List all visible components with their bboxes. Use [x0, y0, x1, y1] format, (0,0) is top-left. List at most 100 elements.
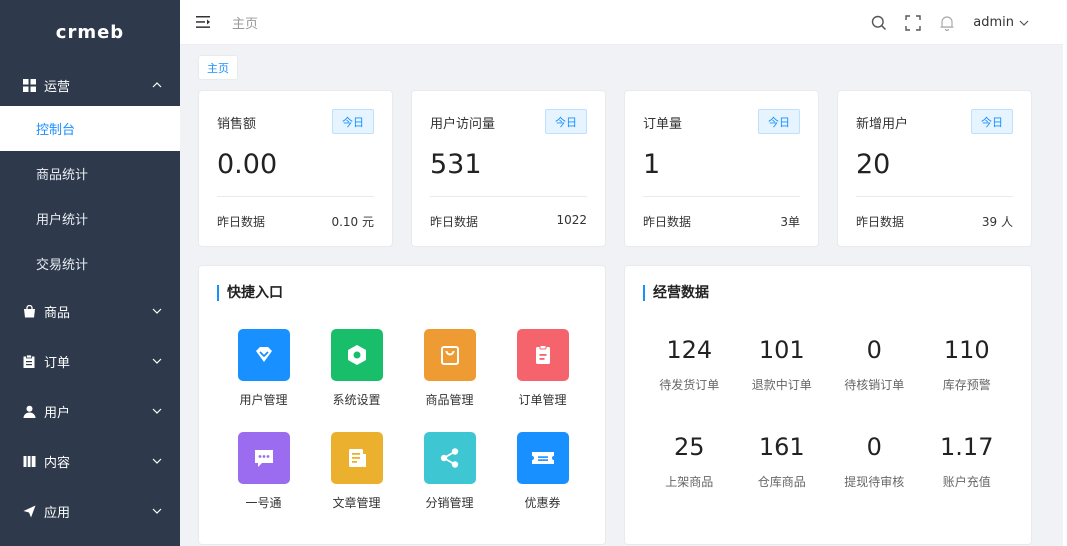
quick-item-label: 文章管理 — [332, 496, 381, 510]
metric-stock-warning[interactable]: 110 库存预警 — [921, 336, 1014, 393]
quick-item-label: 商品管理 — [425, 393, 474, 407]
stat-title: 用户访问量 — [430, 117, 496, 132]
metric-label: 退款中订单 — [751, 378, 812, 392]
menu-group-label: 用户 — [44, 405, 71, 421]
quick-item-coupons[interactable]: 优惠券 — [496, 432, 589, 511]
panel-title: 快捷入口 — [217, 285, 283, 301]
sidebar-item-product-stats[interactable]: 商品统计 — [0, 151, 180, 196]
stat-title: 订单量 — [643, 117, 683, 132]
fullscreen-icon[interactable] — [905, 14, 921, 31]
divider — [856, 196, 1013, 197]
metric-warehouse-products[interactable]: 161 仓库商品 — [736, 433, 829, 490]
menu-fold-icon[interactable] — [196, 15, 212, 29]
tab-home[interactable]: 主页 — [198, 55, 238, 80]
metric-value: 0 — [866, 433, 882, 461]
metric-value: 101 — [758, 336, 805, 364]
stat-card-orders: 订单量 今日 1 昨日数据 3单 — [624, 90, 819, 247]
today-badge: 今日 — [545, 109, 587, 134]
today-badge: 今日 — [758, 109, 800, 134]
quick-item-yihaotong[interactable]: 一号通 — [217, 432, 310, 511]
metric-value: 124 — [666, 336, 713, 364]
user-menu[interactable]: admin — [973, 15, 1029, 30]
username: admin — [973, 15, 1014, 30]
metric-refunding[interactable]: 101 退款中订单 — [736, 336, 829, 393]
stat-value: 1 — [643, 149, 661, 180]
top-header: 主页 admin — [180, 0, 1063, 45]
sidebar-item-trade-stats[interactable]: 交易统计 — [0, 241, 180, 286]
stat-value: 531 — [430, 149, 482, 180]
quick-item-order-management[interactable]: 订单管理 — [496, 329, 589, 408]
metric-label: 账户充值 — [942, 475, 991, 489]
metric-value: 0 — [866, 336, 882, 364]
metric-pending-verification[interactable]: 0 待核销订单 — [828, 336, 921, 393]
breadcrumb[interactable]: 主页 — [232, 13, 258, 32]
stat-foot-value: 1022 — [556, 213, 587, 227]
stat-foot-label: 昨日数据 — [217, 215, 266, 229]
metric-listed-products[interactable]: 25 上架商品 — [643, 433, 736, 490]
stat-foot-value: 3单 — [780, 215, 800, 229]
menu-group-label: 应用 — [44, 505, 71, 521]
menu-group-orders[interactable]: 订单 — [0, 336, 180, 386]
stat-foot-value: 39 人 — [981, 215, 1013, 229]
scrollbar[interactable] — [1063, 0, 1067, 546]
stat-foot-label: 昨日数据 — [856, 215, 905, 229]
diamond-icon — [237, 329, 290, 381]
menu-group-label: 订单 — [44, 355, 71, 371]
today-badge: 今日 — [971, 109, 1013, 134]
bell-icon[interactable] — [939, 15, 955, 31]
chevron-down-icon — [152, 458, 162, 464]
menu-group-label: 商品 — [44, 305, 71, 321]
stat-card-new-users: 新增用户 今日 20 昨日数据 39 人 — [837, 90, 1032, 247]
metric-account-recharge[interactable]: 1.17 账户充值 — [921, 433, 1014, 490]
menu-group-users[interactable]: 用户 — [0, 386, 180, 436]
stat-value: 0.00 — [217, 149, 278, 180]
metric-label: 库存预警 — [942, 378, 991, 392]
quick-item-label: 优惠券 — [524, 496, 561, 510]
ticket-icon — [516, 432, 569, 484]
quick-item-user-management[interactable]: 用户管理 — [217, 329, 310, 408]
metric-label: 上架商品 — [665, 475, 714, 489]
chevron-down-icon — [152, 308, 162, 314]
chevron-down-icon — [152, 408, 162, 414]
stat-title: 新增用户 — [856, 117, 909, 132]
stat-foot-label: 昨日数据 — [430, 215, 479, 229]
metric-value: 1.17 — [940, 433, 994, 461]
metric-withdraw-pending[interactable]: 0 提现待审核 — [828, 433, 921, 490]
menu-group-content[interactable]: 内容 — [0, 436, 180, 486]
logo[interactable]: crmeb — [0, 0, 180, 64]
panel-title: 经营数据 — [643, 285, 709, 301]
search-icon[interactable] — [871, 15, 887, 31]
clipboard-icon — [22, 354, 36, 368]
quick-item-distribution-management[interactable]: 分销管理 — [403, 432, 496, 511]
metric-label: 待发货订单 — [659, 378, 720, 392]
chevron-down-icon — [1019, 20, 1029, 26]
sidebar-item-user-stats[interactable]: 用户统计 — [0, 196, 180, 241]
bag-icon — [423, 329, 476, 381]
document-icon — [330, 432, 383, 484]
share-icon — [423, 432, 476, 484]
metric-value: 161 — [758, 433, 805, 461]
metric-pending-shipment[interactable]: 124 待发货订单 — [643, 336, 736, 393]
book-icon — [22, 454, 36, 468]
hexagon-icon — [330, 329, 383, 381]
menu-group-apps[interactable]: 应用 — [0, 486, 180, 536]
stat-foot-label: 昨日数据 — [643, 215, 692, 229]
quick-item-system-settings[interactable]: 系统设置 — [310, 329, 403, 408]
today-badge: 今日 — [332, 109, 374, 134]
business-data-panel: 经营数据 124 待发货订单 101 退款中订单 0 待核销订单 110 库存预… — [624, 265, 1032, 545]
metric-value: 25 — [673, 433, 705, 461]
stat-value: 20 — [856, 149, 891, 180]
menu-group-products[interactable]: 商品 — [0, 286, 180, 336]
stat-card-visits: 用户访问量 今日 531 昨日数据 1022 — [411, 90, 606, 247]
stat-foot-value: 0.10 元 — [331, 215, 374, 229]
sidebar-item-dashboard[interactable]: 控制台 — [0, 106, 180, 151]
send-icon — [22, 504, 36, 518]
quick-item-product-management[interactable]: 商品管理 — [403, 329, 496, 408]
quick-item-label: 一号通 — [245, 496, 282, 510]
stat-title: 销售额 — [217, 117, 257, 132]
quick-item-article-management[interactable]: 文章管理 — [310, 432, 403, 511]
menu-group-label: 内容 — [44, 455, 71, 471]
menu-group-operations[interactable]: 运营 — [0, 64, 180, 106]
metric-label: 仓库商品 — [757, 475, 806, 489]
quick-entry-panel: 快捷入口 用户管理 系统设置 商品管理 订单管理 一号通 文章管理 分销管理 优… — [198, 265, 606, 545]
